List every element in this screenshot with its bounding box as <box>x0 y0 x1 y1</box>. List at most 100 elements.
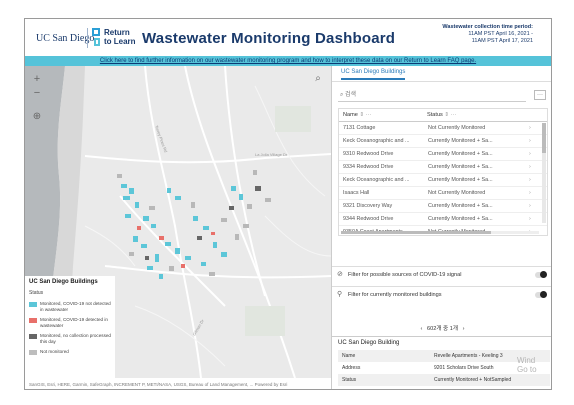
rtl-logo-line1: Return <box>104 28 130 37</box>
watermark-line2: Go to <box>517 365 537 374</box>
return-to-learn-logo-icon <box>92 28 102 48</box>
buildings-panel: UC San Diego Buildings ⌕ 검색 ··· Name ⇕ ·… <box>331 66 551 389</box>
row-status: Currently Monitored + Sa... <box>428 138 493 144</box>
row-arrow-icon: › <box>529 177 531 183</box>
legend-item: Not monitored <box>29 349 111 355</box>
dashboard-frame: UC San Diego Return to Learn Wastewater … <box>24 18 552 390</box>
pager: ‹ 602개 중 1개 › <box>332 324 551 332</box>
row-name: 9321 Discovery Way <box>343 203 393 209</box>
row-arrow-icon: › <box>529 151 531 157</box>
column-name-label: Name <box>343 112 358 118</box>
filter-covid-signal-label: Filter for possible sources of COVID-19 … <box>348 272 462 278</box>
row-name: Keck Oceanographic and ... <box>343 177 410 183</box>
legend-label: Monitored, no collection processed this … <box>40 333 111 344</box>
row-status: Currently Monitored + Sa... <box>428 151 493 157</box>
svg-text:La Jolla Village Dr: La Jolla Village Dr <box>255 152 288 157</box>
row-arrow-icon: › <box>529 138 531 144</box>
zoom-in-button[interactable]: + <box>30 72 44 86</box>
row-name: 7131 Cottage <box>343 125 376 131</box>
search-input[interactable]: ⌕ 검색 <box>338 88 526 102</box>
map-search-icon[interactable]: ⌕ <box>311 72 325 86</box>
detail-key: Name <box>342 353 356 359</box>
row-status: Not Currently Monitored <box>428 190 486 196</box>
filter-monitored-toggle[interactable] <box>535 291 547 298</box>
period-label: Wastewater collection time period: <box>442 24 533 30</box>
pager-prev-button[interactable]: ‹ <box>420 326 422 332</box>
return-to-learn-logo[interactable]: Return to Learn <box>104 28 136 46</box>
legend-item: Monitored, no collection processed this … <box>29 333 111 344</box>
collection-period: Wastewater collection time period: 11AM … <box>442 24 533 45</box>
windows-watermark: Wind Go to <box>517 356 537 374</box>
more-options-button[interactable]: ··· <box>534 90 546 100</box>
dashboard-header: UC San Diego Return to Learn Wastewater … <box>25 19 551 56</box>
row-name: Keck Oceanographic and ... <box>343 138 410 144</box>
panel-tabbar: UC San Diego Buildings <box>332 66 551 82</box>
row-status: Currently Monitored + Sa... <box>428 216 493 222</box>
row-status: Not Currently Monitored <box>428 125 486 131</box>
row-name: 9344 Redwood Drive <box>343 216 394 222</box>
column-header-name[interactable]: Name ⇕ ··· <box>339 109 421 121</box>
zoom-out-button[interactable]: − <box>30 86 44 100</box>
buildings-table: Name ⇕ ··· Status ⇕ ··· 7131 Cottage Not … <box>338 108 548 236</box>
legend-swatch-not-monitored <box>29 350 37 355</box>
table-row[interactable]: 9310 Redwood Drive Currently Monitored + … <box>339 148 547 161</box>
table-row[interactable]: Isaacs Hall Not Currently Monitored › <box>339 187 547 200</box>
legend-subtitle: Status <box>29 290 44 296</box>
row-arrow-icon: › <box>529 125 531 131</box>
row-arrow-icon: › <box>529 164 531 170</box>
filter-covid-signal[interactable]: ⊘ Filter for possible sources of COVID-1… <box>332 266 551 282</box>
table-row[interactable]: 9344 Redwood Drive Currently Monitored + … <box>339 213 547 226</box>
detail-title: UC San Diego Building <box>338 340 400 346</box>
legend-swatch-detected <box>29 318 37 323</box>
pager-next-button[interactable]: › <box>463 326 465 332</box>
page-title: Wastewater Monitoring Dashboard <box>142 30 396 47</box>
row-status: Currently Monitored + Sa... <box>428 164 493 170</box>
search-placeholder: 검색 <box>345 92 357 98</box>
legend-label: Monitored, COVID-19 detected in wastewat… <box>40 317 108 328</box>
legend-item: Monitored, COVID-19 not detected in wast… <box>29 301 111 312</box>
table-row[interactable]: 7131 Cottage Not Currently Monitored › <box>339 122 547 135</box>
filter-icon: ⊘ <box>337 271 343 278</box>
filter-icon: ⚲ <box>337 291 343 298</box>
filter-monitored[interactable]: ⚲ Filter for currently monitored buildin… <box>332 286 551 302</box>
scroll-thumb[interactable] <box>542 123 546 153</box>
locate-icon[interactable]: ⊕ <box>30 110 44 124</box>
legend-swatch-not-detected <box>29 302 37 307</box>
table-row[interactable]: Keck Oceanographic and ... Currently Moni… <box>339 135 547 148</box>
table-row[interactable]: 9321 Discovery Way Currently Monitored + … <box>339 200 547 213</box>
legend-item: Monitored, COVID-19 detected in wastewat… <box>29 317 111 328</box>
building-detail: UC San Diego Building Name Revelle Apartm… <box>332 336 551 389</box>
faq-banner-link[interactable]: Click here to find further information o… <box>25 56 551 66</box>
filter-covid-signal-toggle[interactable] <box>535 271 547 278</box>
filter-monitored-label: Filter for currently monitored buildings <box>348 292 442 298</box>
campus-map[interactable]: Torrey Pines Rd La Jolla Village Dr Gilm… <box>25 66 331 378</box>
ucsd-logo[interactable]: UC San Diego <box>36 33 94 44</box>
watermark-line1: Wind <box>517 356 536 365</box>
row-name: Isaacs Hall <box>343 190 370 196</box>
column-header-status[interactable]: Status ⇕ ··· <box>421 109 539 121</box>
table-vertical-scrollbar[interactable] <box>542 123 546 223</box>
row-name: 9334 Redwood Drive <box>343 164 394 170</box>
detail-key: Address <box>342 365 361 371</box>
table-row[interactable]: 9334 Redwood Drive Currently Monitored + … <box>339 161 547 174</box>
table-row[interactable]: Keck Oceanographic and ... Currently Moni… <box>339 174 547 187</box>
map-legend: UC San Diego Buildings Status Monitored,… <box>25 276 115 378</box>
row-arrow-icon: › <box>529 216 531 222</box>
logo-divider <box>87 28 88 48</box>
table-header: Name ⇕ ··· Status ⇕ ··· <box>339 109 547 122</box>
detail-key: Status <box>342 377 357 383</box>
legend-title: UC San Diego Buildings <box>29 279 98 285</box>
table-horizontal-scrollbar[interactable] <box>341 231 539 234</box>
map-attribution: SanGIS, Esri, HERE, Garmin, SafeGraph, I… <box>25 378 331 389</box>
row-arrow-icon: › <box>529 203 531 209</box>
detail-row: Status Currently Monitored + NotSampled <box>338 374 550 386</box>
scroll-thumb[interactable] <box>341 231 491 234</box>
row-status: Currently Monitored + Sa... <box>428 203 493 209</box>
tab-ucsd-buildings[interactable]: UC San Diego Buildings <box>341 69 406 80</box>
pager-label: 602개 중 1개 <box>427 326 458 332</box>
legend-label: Monitored, COVID-19 not detected in wast… <box>40 301 111 312</box>
column-status-label: Status <box>427 112 443 118</box>
zoom-controls: + − <box>30 72 44 100</box>
row-status: Currently Monitored + Sa... <box>428 177 493 183</box>
row-name: 9310 Redwood Drive <box>343 151 394 157</box>
